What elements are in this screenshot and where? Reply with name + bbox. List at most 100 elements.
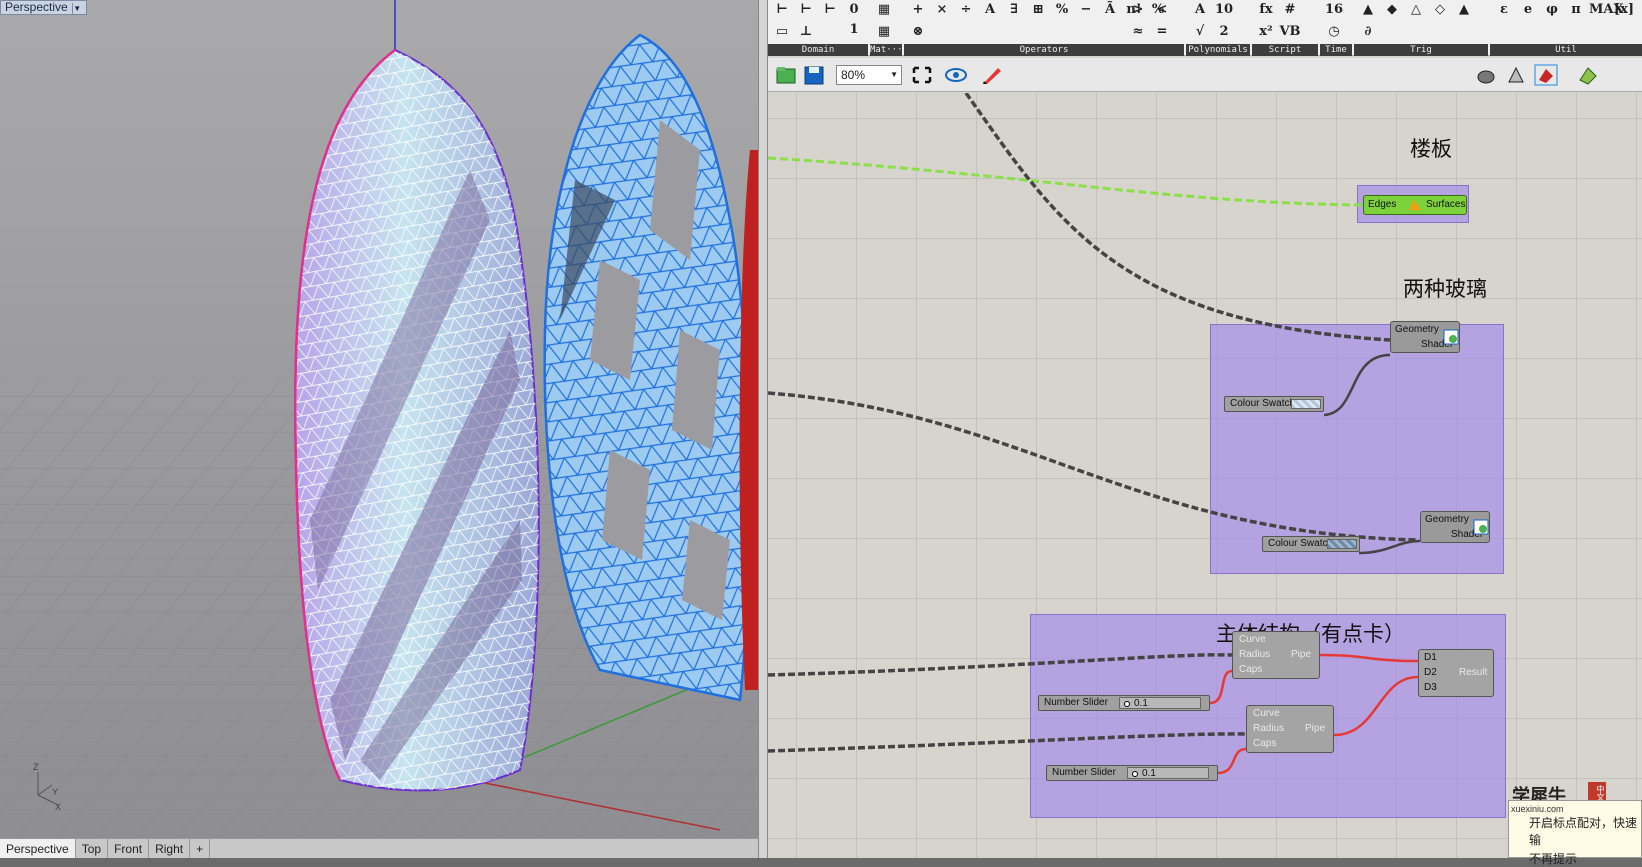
- script-icon[interactable]: VB: [1279, 22, 1301, 42]
- polynomial-icon[interactable]: A: [1189, 0, 1211, 20]
- polynomial-icon[interactable]: √: [1189, 22, 1211, 42]
- input-radius[interactable]: Radius: [1239, 649, 1270, 660]
- tab-add[interactable]: +: [190, 839, 211, 858]
- input-curve[interactable]: Curve: [1253, 708, 1280, 719]
- operator-icon[interactable]: ⊗: [907, 22, 929, 42]
- slider-knob[interactable]: [1124, 701, 1130, 707]
- output-pipe[interactable]: Pipe: [1291, 649, 1311, 660]
- ribbon-group-script[interactable]: fx # x² VB Script: [1252, 0, 1318, 56]
- input-geometry[interactable]: Geometry: [1395, 324, 1439, 335]
- domain-icon[interactable]: ▭: [771, 22, 793, 42]
- util-icon[interactable]: MAX: [1589, 0, 1624, 20]
- ribbon-group-polynomials[interactable]: A 10 √ 2 Polynomials: [1186, 0, 1250, 56]
- perspective-viewport[interactable]: Z X Y Perspective ▼ Perspective Top Front…: [0, 0, 758, 858]
- util-icon[interactable]: π: [1565, 0, 1587, 20]
- tab-front[interactable]: Front: [108, 839, 150, 858]
- colour-swatch-1[interactable]: Colour Swatch: [1224, 396, 1324, 412]
- pipe-component-1[interactable]: Curve Radius Caps Pipe: [1232, 631, 1320, 679]
- trig-icon[interactable]: ∂: [1357, 22, 1379, 42]
- colour-swatch-2[interactable]: Colour Swatch: [1262, 536, 1360, 552]
- tab-right[interactable]: Right: [149, 839, 191, 858]
- preview-mesh-icon[interactable]: [1576, 64, 1600, 86]
- ime-tip-checkbox-label[interactable]: 不再提示: [1529, 850, 1641, 867]
- script-icon[interactable]: x²: [1255, 22, 1277, 42]
- open-file-icon[interactable]: [774, 64, 798, 86]
- slider-knob[interactable]: [1132, 771, 1138, 777]
- output-pipe[interactable]: Pipe: [1305, 723, 1325, 734]
- viewport-menu-icon[interactable]: ▼: [71, 3, 82, 15]
- number-slider-1[interactable]: Number Slider 0.1: [1038, 695, 1210, 711]
- number-slider-2[interactable]: Number Slider 0.1: [1046, 765, 1218, 781]
- input-curve[interactable]: Curve: [1239, 634, 1266, 645]
- util-icon[interactable]: ε: [1493, 0, 1515, 20]
- ribbon-group-compare[interactable]: > < ≈ =: [1124, 0, 1184, 56]
- tower-skin-model[interactable]: [293, 48, 540, 792]
- tab-perspective[interactable]: Perspective: [0, 839, 76, 858]
- viewport-title[interactable]: Perspective ▼: [0, 0, 87, 15]
- domain-icon[interactable]: ⊢: [819, 0, 841, 20]
- operator-icon[interactable]: Ã: [1099, 0, 1121, 20]
- ribbon-group-util[interactable]: ε e φ π MAX [x] Util: [1490, 0, 1642, 56]
- slider-track[interactable]: 0.1: [1119, 697, 1201, 709]
- grasshopper-canvas[interactable]: 楼板 两种玻璃 主体结构（有点卡） Edges Surfaces Geometr…: [768, 93, 1642, 858]
- util-icon[interactable]: φ: [1541, 0, 1563, 20]
- zoom-extents-icon[interactable]: [910, 64, 934, 86]
- input-d2[interactable]: D2: [1424, 667, 1437, 678]
- clock-icon[interactable]: ◷: [1323, 22, 1345, 42]
- input-geometry[interactable]: Geometry: [1425, 514, 1469, 525]
- merge-component[interactable]: D1 D2 D3 Result: [1418, 649, 1494, 697]
- ribbon-group-matrix[interactable]: ▦ ▦ Mat···: [870, 0, 903, 56]
- ime-tip-popup[interactable]: xuexiniu.com 开启标点配对，快速输 不再提示: [1508, 800, 1642, 866]
- domain-icon[interactable]: 0 1: [843, 0, 865, 37]
- operator-icon[interactable]: A: [979, 0, 1001, 20]
- domain-icon[interactable]: ⊥: [795, 22, 817, 42]
- custom-preview-component-2[interactable]: Geometry Shader: [1420, 511, 1490, 543]
- matrix-icon[interactable]: ▦: [873, 0, 895, 20]
- preview-wire-icon[interactable]: [1474, 64, 1498, 86]
- domain-icon[interactable]: ⊢: [771, 0, 793, 20]
- operator-icon[interactable]: −: [1075, 0, 1097, 20]
- operator-icon[interactable]: ×: [931, 0, 953, 20]
- input-d1[interactable]: D1: [1424, 652, 1437, 663]
- input-caps[interactable]: Caps: [1253, 738, 1276, 749]
- preview-selected-icon[interactable]: [1534, 64, 1558, 86]
- preview-shaded-icon[interactable]: [1504, 64, 1528, 86]
- ribbon-group-time[interactable]: 16 ◷ Time: [1320, 0, 1352, 56]
- trig-icon[interactable]: ◇: [1429, 0, 1451, 20]
- preview-eye-icon[interactable]: [944, 64, 968, 86]
- window-splitter[interactable]: [758, 0, 768, 858]
- ribbon-group-trig[interactable]: ▲ ◆ △ ◇ ▲ ∂ Trig: [1354, 0, 1488, 56]
- compare-icon[interactable]: <: [1151, 0, 1173, 20]
- operator-icon[interactable]: +: [907, 0, 929, 20]
- swatch-colour[interactable]: [1291, 399, 1321, 409]
- operator-icon[interactable]: ⊞: [1027, 0, 1049, 20]
- operator-icon[interactable]: ∃: [1003, 0, 1025, 20]
- zoom-select[interactable]: 80%: [836, 65, 902, 85]
- time-icon[interactable]: 16: [1323, 0, 1345, 20]
- boundary-surfaces-component[interactable]: Edges Surfaces: [1363, 195, 1467, 215]
- input-radius[interactable]: Radius: [1253, 723, 1284, 734]
- matrix-icon[interactable]: ▦: [873, 22, 895, 42]
- compare-icon[interactable]: >: [1127, 0, 1149, 20]
- custom-preview-component-1[interactable]: Geometry Shader: [1390, 321, 1460, 353]
- trig-icon[interactable]: ◆: [1381, 0, 1403, 20]
- sketch-pen-icon[interactable]: [980, 64, 1004, 86]
- domain-icon[interactable]: ⊢: [795, 0, 817, 20]
- operator-icon[interactable]: %: [1051, 0, 1073, 20]
- tab-top[interactable]: Top: [76, 839, 109, 858]
- output-surfaces[interactable]: Surfaces: [1426, 199, 1465, 210]
- slider-track[interactable]: 0.1: [1127, 767, 1209, 779]
- trig-icon[interactable]: ▲: [1357, 0, 1379, 20]
- input-d3[interactable]: D3: [1424, 682, 1437, 693]
- util-icon[interactable]: e: [1517, 0, 1539, 20]
- input-caps[interactable]: Caps: [1239, 664, 1262, 675]
- ribbon-group-domain[interactable]: ⊢ ⊢ ⊢ 0 1 ▭ ⊥ Domain: [768, 0, 868, 56]
- trig-icon[interactable]: △: [1405, 0, 1427, 20]
- operator-icon[interactable]: ÷: [955, 0, 977, 20]
- polynomial-icon[interactable]: 2: [1213, 22, 1235, 42]
- script-icon[interactable]: fx: [1255, 0, 1277, 20]
- script-icon[interactable]: #: [1279, 0, 1301, 20]
- polynomial-icon[interactable]: 10: [1213, 0, 1235, 20]
- compare-icon[interactable]: ≈: [1127, 22, 1149, 42]
- input-edges[interactable]: Edges: [1368, 199, 1396, 210]
